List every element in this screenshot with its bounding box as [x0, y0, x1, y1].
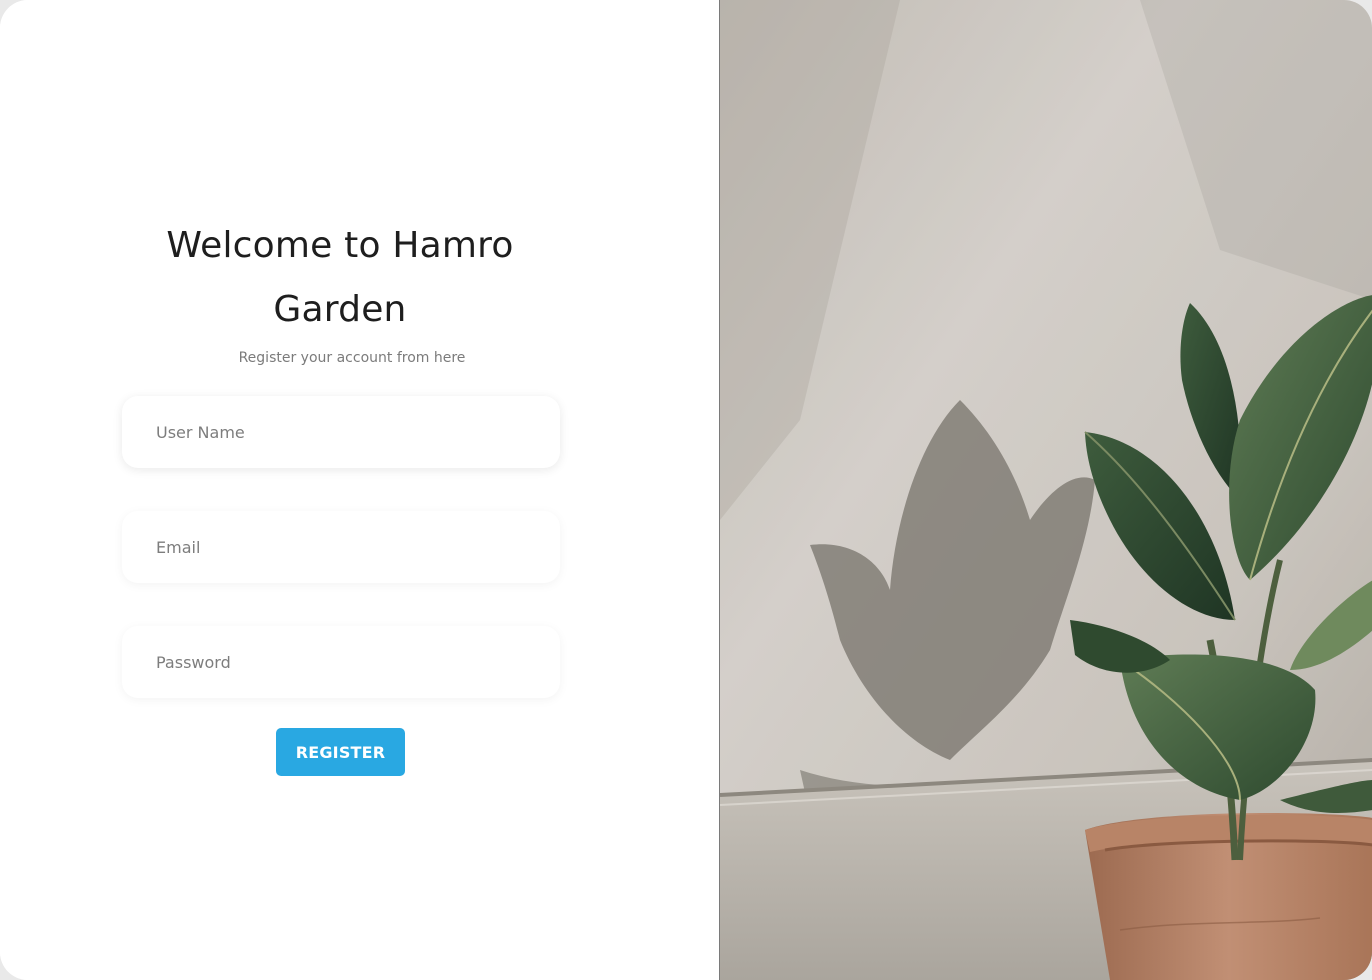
register-panel: Welcome to Hamro Garden Register your ac… [0, 0, 719, 980]
page-title: Welcome to Hamro Garden [166, 225, 514, 330]
password-field-wrapper [122, 626, 560, 698]
username-input[interactable] [156, 422, 536, 442]
hero-image [719, 0, 1372, 980]
register-card: Welcome to Hamro Garden Register your ac… [0, 0, 1372, 980]
password-input[interactable] [156, 652, 536, 672]
username-field-wrapper [122, 396, 560, 468]
email-input[interactable] [156, 537, 536, 557]
page-subtitle: Register your account from here [238, 350, 466, 366]
potted-plant-photo [720, 0, 1372, 980]
email-field-wrapper [122, 511, 560, 583]
register-button[interactable]: REGISTER [276, 728, 405, 776]
